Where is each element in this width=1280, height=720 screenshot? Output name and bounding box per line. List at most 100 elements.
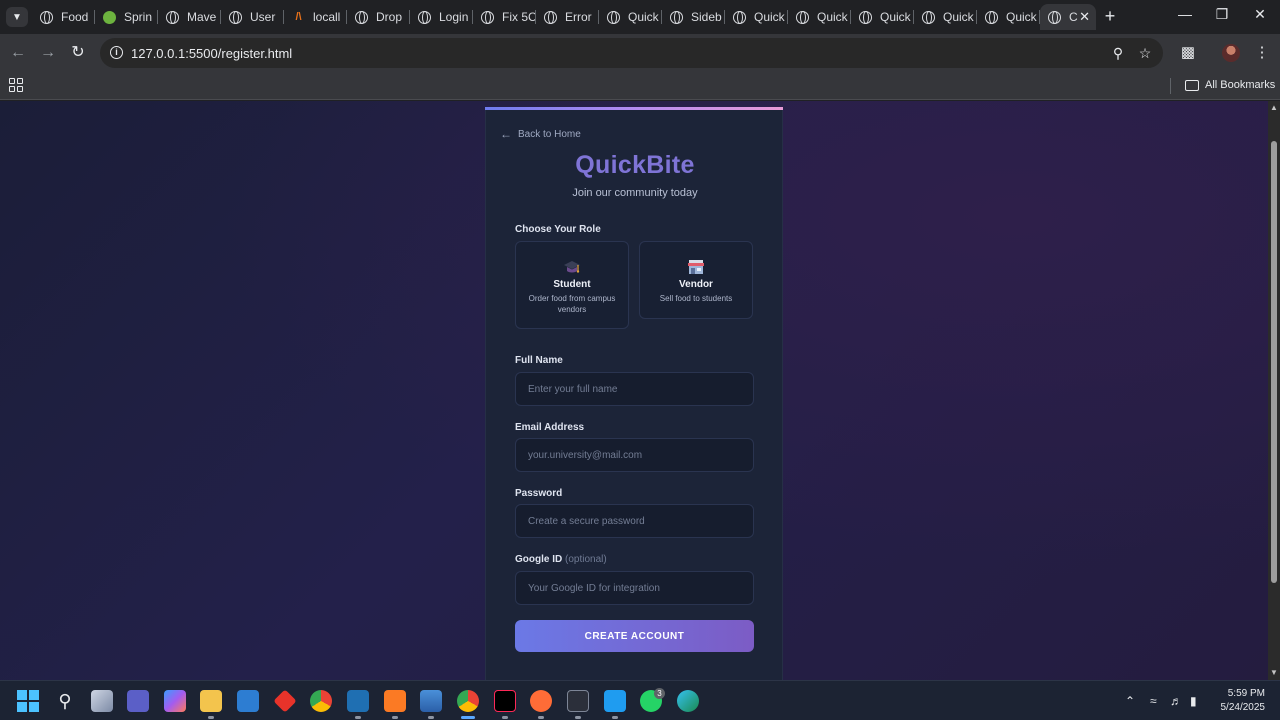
- tab[interactable]: Sprin: [95, 4, 158, 30]
- scroll-down-icon[interactable]: ▼: [1270, 668, 1278, 677]
- tab-search-button[interactable]: ▼: [6, 7, 28, 27]
- battery-icon[interactable]: ▮: [1190, 694, 1197, 708]
- chevron-up-icon[interactable]: ⌃: [1125, 694, 1135, 708]
- volume-icon[interactable]: ♬: [1170, 694, 1182, 708]
- arrow-left-icon: ←: [10, 44, 26, 61]
- restore-button[interactable]: ❐: [1212, 6, 1232, 23]
- mysql-icon[interactable]: [237, 690, 259, 712]
- address-bar[interactable]: i 127.0.0.1:5500/register.html ⚲ ☆: [100, 38, 1163, 68]
- tab[interactable]: Quick: [977, 4, 1040, 30]
- vscode-insiders-icon[interactable]: [347, 690, 369, 712]
- tab[interactable]: Mave: [158, 4, 221, 30]
- extensions-icon[interactable]: ▩: [1178, 43, 1198, 63]
- tab[interactable]: Quick: [725, 4, 788, 30]
- divider: [1170, 78, 1171, 94]
- tab[interactable]: Fix 5C: [473, 4, 536, 30]
- tab[interactable]: /\ locall: [284, 4, 347, 30]
- tab-title: Quick: [880, 10, 911, 24]
- photos-icon[interactable]: [420, 690, 442, 712]
- google-id-label-text: Google ID: [515, 554, 563, 565]
- task-view-icon[interactable]: [91, 690, 113, 712]
- tab[interactable]: Login: [410, 4, 473, 30]
- tab-title: Quick: [628, 10, 659, 24]
- copilot-icon[interactable]: [164, 690, 186, 712]
- tab[interactable]: User: [221, 4, 284, 30]
- scrollbar-thumb[interactable]: [1271, 141, 1277, 583]
- all-bookmarks-link[interactable]: All Bookmarks: [1205, 79, 1275, 91]
- tab-active[interactable]: C ✕: [1040, 4, 1096, 30]
- clock-time[interactable]: 5:59 PM: [1205, 688, 1265, 699]
- create-account-button[interactable]: CREATE ACCOUNT: [515, 620, 754, 652]
- globe-icon: [1048, 10, 1061, 24]
- role-option-student[interactable]: Student Order food from campus vendors: [515, 241, 629, 329]
- tab[interactable]: Quick: [914, 4, 977, 30]
- terminal-icon[interactable]: [567, 690, 589, 712]
- menu-kebab-icon[interactable]: ⋮: [1252, 43, 1272, 63]
- tab[interactable]: Quick: [851, 4, 914, 30]
- site-info-icon[interactable]: i: [110, 46, 123, 59]
- tab-title: Drop: [376, 10, 403, 24]
- vscode-icon[interactable]: [604, 690, 626, 712]
- email-field[interactable]: [515, 438, 754, 472]
- url-text[interactable]: 127.0.0.1:5500/register.html: [131, 46, 292, 61]
- bookmark-star-icon[interactable]: ☆: [1136, 44, 1154, 62]
- reload-button[interactable]: ↻: [67, 42, 89, 64]
- page-scrollbar[interactable]: ▲ ▼: [1268, 101, 1280, 680]
- running-indicator: [428, 716, 434, 719]
- tab[interactable]: Food: [32, 4, 95, 30]
- tab-title: Error: [565, 10, 592, 24]
- globe-icon: [166, 10, 179, 24]
- running-indicator: [461, 716, 475, 719]
- tab[interactable]: Quick: [599, 4, 662, 30]
- chrome-icon[interactable]: [310, 690, 332, 712]
- clock-date[interactable]: 5/24/2025: [1205, 702, 1266, 713]
- password-field[interactable]: [515, 504, 754, 538]
- zoom-icon[interactable]: ⚲: [1109, 44, 1127, 62]
- email-input[interactable]: [516, 439, 753, 471]
- password-input[interactable]: [516, 505, 753, 537]
- full-name-input[interactable]: [516, 373, 753, 405]
- chevron-down-icon: ▼: [12, 11, 22, 23]
- close-window-button[interactable]: ✕: [1250, 6, 1270, 23]
- teams-icon[interactable]: [127, 690, 149, 712]
- tab-title: Quick: [1006, 10, 1037, 24]
- google-id-field[interactable]: [515, 571, 754, 605]
- windows-start-icon[interactable]: [17, 690, 39, 712]
- tab[interactable]: Quick: [788, 4, 851, 30]
- tagline: Join our community today: [572, 187, 698, 199]
- file-explorer-icon[interactable]: [200, 690, 222, 712]
- search-icon[interactable]: ⚲: [54, 690, 76, 712]
- edge-icon[interactable]: [677, 690, 699, 712]
- wifi-icon[interactable]: ≈: [1150, 694, 1157, 708]
- tab-title: locall: [313, 10, 341, 24]
- google-id-input[interactable]: [516, 572, 753, 604]
- tab[interactable]: Error: [536, 4, 599, 30]
- apps-grid-icon[interactable]: [9, 78, 23, 92]
- full-name-field[interactable]: [515, 372, 754, 406]
- xampp-icon[interactable]: [384, 690, 406, 712]
- close-tab-icon[interactable]: ✕: [1079, 9, 1090, 25]
- profile-avatar[interactable]: [1222, 44, 1240, 62]
- globe-icon: [733, 10, 746, 24]
- scroll-up-icon[interactable]: ▲: [1270, 103, 1278, 112]
- tab[interactable]: Sideb: [662, 4, 725, 30]
- git-icon[interactable]: [273, 689, 297, 713]
- chrome-active-icon[interactable]: [457, 690, 479, 712]
- minimize-button[interactable]: —: [1175, 6, 1195, 22]
- forward-button[interactable]: →: [37, 42, 59, 64]
- globe-icon: [229, 10, 242, 24]
- intellij-icon[interactable]: [494, 690, 516, 712]
- back-to-home-link[interactable]: ← Back to Home: [500, 127, 581, 141]
- role-option-vendor[interactable]: Vendor Sell food to students: [639, 241, 753, 319]
- back-button[interactable]: ←: [7, 42, 29, 64]
- running-indicator: [575, 716, 581, 719]
- role-description: Sell food to students: [659, 294, 733, 303]
- new-tab-button[interactable]: +: [1100, 6, 1120, 26]
- postman-icon[interactable]: [530, 690, 552, 712]
- tab[interactable]: Drop: [347, 4, 410, 30]
- spring-leaf-icon: [103, 10, 116, 24]
- restore-icon: ❐: [1215, 6, 1229, 22]
- plus-icon: +: [1104, 6, 1116, 26]
- google-id-label: Google ID (optional): [515, 554, 607, 565]
- globe-icon: [481, 10, 494, 24]
